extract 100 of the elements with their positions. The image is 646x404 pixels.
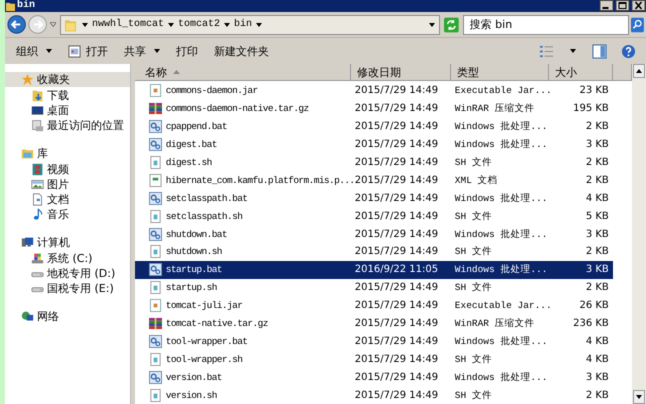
file-size: 3 KB <box>584 372 610 383</box>
file-name: version.bat <box>166 372 222 383</box>
view-options-icon[interactable] <box>539 44 554 58</box>
navigation-item[interactable]: 地税专用 (D:) <box>5 266 130 281</box>
search-field[interactable]: 搜索 bin <box>462 14 630 34</box>
navigation-item[interactable]: 系统 (C:) <box>5 251 130 266</box>
file-name: shutdown.bat <box>166 228 228 240</box>
column-header[interactable]: 名称 <box>134 64 351 80</box>
toolbar-button[interactable]: 新建文件夹 <box>207 42 276 60</box>
pictures-icon <box>31 178 44 191</box>
file-row[interactable]: commons-daemon-native.tar.gz 2015/7/29 14:49 WinRAR 压缩文件 195 KB <box>134 100 613 118</box>
vertical-scrollbar[interactable] <box>632 64 646 404</box>
refresh-button[interactable] <box>444 16 459 32</box>
file-size: 2 KB <box>584 282 610 294</box>
file-row[interactable]: shutdown.bat 2015/7/29 14:49 Windows 批处理... 3 KB <box>134 225 613 244</box>
file-row[interactable]: version.sh 2015/7/29 14:49 SH 文件 2 KB <box>134 386 613 404</box>
modified-date: 2015/7/29 14:49 <box>354 282 440 294</box>
scroll-down-button[interactable] <box>633 390 645 404</box>
modified-date: 2015/7/29 14:49 <box>354 228 440 240</box>
caret-icon[interactable] <box>168 22 174 26</box>
navigation-item[interactable]: 计算机 <box>5 235 130 250</box>
file-row[interactable]: setclasspath.bat 2015/7/29 14:49 Windows 批处理... 4 KB <box>134 189 613 208</box>
column-header[interactable]: 修改日期 <box>350 64 451 80</box>
sort-ascending-icon <box>172 70 180 74</box>
help-icon[interactable] <box>621 44 636 58</box>
maximize-button[interactable] <box>615 0 630 11</box>
file-row[interactable]: hibernate_com.kamfu.platform.mis.p...2015/7/29 14:49 XML 文档 2 KB <box>134 171 613 190</box>
file-row[interactable]: digest.bat 2015/7/29 14:49 Windows 批处理... 3 KB <box>134 136 613 154</box>
navigation-item[interactable]: 网络 <box>5 309 130 324</box>
navigation-item[interactable]: 最近访问的位置 <box>5 118 130 133</box>
navigation-item[interactable]: 图片 <box>5 177 130 192</box>
file-row[interactable]: shutdown.sh 2015/7/29 14:49 SH 文件 2 KB <box>134 243 613 261</box>
minimize-button[interactable] <box>599 0 614 11</box>
window-title: bin <box>17 0 36 12</box>
script-file-icon <box>148 156 162 169</box>
breadcrumb-item[interactable]: bin <box>234 19 252 30</box>
column-header[interactable]: 大小 <box>548 64 613 80</box>
file-size: 2 KB <box>584 246 610 258</box>
file-name: cpappend.bat <box>166 121 228 132</box>
history-dropdown-icon[interactable] <box>50 22 56 27</box>
file-name: commons-daemon.jar <box>166 85 258 96</box>
file-row[interactable]: tool-wrapper.bat 2015/7/29 14:49 Windows 批处理... 4 KB <box>134 332 613 350</box>
file-type: SH 文件 <box>454 156 493 169</box>
file-name: digest.sh <box>166 157 212 168</box>
caret-icon[interactable] <box>256 22 262 26</box>
caret-icon[interactable] <box>82 22 88 26</box>
toolbar-button[interactable]: 打印 <box>169 42 205 60</box>
preview-pane-icon[interactable] <box>592 44 607 58</box>
file-row[interactable]: setclasspath.sh 2015/7/29 14:49 SH 文件 5 KB <box>134 207 613 226</box>
back-button[interactable] <box>7 14 26 35</box>
file-size: 5 KB <box>584 210 610 222</box>
file-name: tool-wrapper.bat <box>166 336 248 347</box>
toolbar-button[interactable]: 组织 <box>9 42 59 60</box>
file-row[interactable]: startup.sh 2015/7/29 14:49 SH 文件 2 KB <box>134 278 613 297</box>
batch-file-icon <box>148 228 162 241</box>
script-file-icon <box>148 281 162 294</box>
navigation-item[interactable]: 国税专用 (E:) <box>5 281 130 296</box>
file-type: Executable Jar... <box>454 85 549 96</box>
file-row[interactable]: tomcat-juli.jar 2015/7/29 14:49 Executable Jar... 26 KB <box>134 296 613 315</box>
file-row[interactable]: version.bat 2015/7/29 14:49 Windows 批处理... 3 KB <box>134 368 613 386</box>
address-dropdown-icon[interactable] <box>428 22 435 26</box>
close-button[interactable] <box>631 0 646 11</box>
modified-date: 2015/7/29 14:49 <box>354 174 440 186</box>
column-header[interactable]: 类型 <box>450 64 549 80</box>
navigation-item[interactable]: 视频 <box>5 162 130 177</box>
navigation-item[interactable]: 文档 <box>5 192 130 207</box>
caret-icon[interactable] <box>570 49 576 53</box>
file-row[interactable]: digest.sh 2015/7/29 14:49 SH 文件 2 KB <box>134 154 613 172</box>
navigation-item[interactable]: 桌面 <box>5 103 130 118</box>
navigation-item[interactable]: 库 <box>5 146 130 161</box>
toolbar-button[interactable]: 共享 <box>117 42 167 60</box>
file-name: commons-daemon-native.tar.gz <box>166 103 309 114</box>
file-type: SH 文件 <box>454 388 493 402</box>
toolbar-button[interactable]: 打开 <box>61 42 115 60</box>
file-row[interactable]: tool-wrapper.sh 2015/7/29 14:49 SH 文件 4 KB <box>134 350 613 368</box>
modified-date: 2015/7/29 14:49 <box>354 372 440 383</box>
breadcrumb-item[interactable]: tomcat2 <box>178 19 220 30</box>
scroll-up-button[interactable] <box>633 64 645 78</box>
file-name: setclasspath.sh <box>166 210 242 222</box>
library-icon <box>21 147 34 160</box>
file-type: XML 文档 <box>454 174 499 187</box>
caret-icon[interactable] <box>224 22 230 26</box>
file-type: SH 文件 <box>454 210 493 223</box>
batch-file-icon <box>148 120 162 134</box>
breadcrumb-item[interactable]: nwwhl_tomcat <box>92 19 164 30</box>
file-type: SH 文件 <box>454 281 493 294</box>
navigation-item[interactable]: 下载 <box>5 88 130 103</box>
caret-icon <box>154 49 160 53</box>
navigation-item[interactable]: 收藏夹 <box>5 72 130 87</box>
address-bar[interactable]: nwwhl_tomcat tomcat2 bin <box>60 14 440 34</box>
modified-date: 2015/7/29 14:49 <box>354 336 440 347</box>
file-row[interactable]: cpappend.bat 2015/7/29 14:49 Windows 批处理... 2 KB <box>134 118 613 136</box>
modified-date: 2015/7/29 14:49 <box>354 318 440 330</box>
search-icon[interactable] <box>631 16 644 34</box>
file-row[interactable]: startup.bat 2016/9/22 11:05 Windows 批处理... 3 KB <box>134 260 613 279</box>
document-icon <box>31 193 44 206</box>
file-size: 4 KB <box>584 354 610 365</box>
navigation-item[interactable]: 音乐 <box>5 207 130 222</box>
file-row[interactable]: tomcat-native.tar.gz 2015/7/29 14:49 WinRAR 压缩文件 236 KB <box>134 314 613 332</box>
file-row[interactable]: commons-daemon.jar 2015/7/29 14:49 Executable Jar... 23 KB <box>134 82 613 100</box>
